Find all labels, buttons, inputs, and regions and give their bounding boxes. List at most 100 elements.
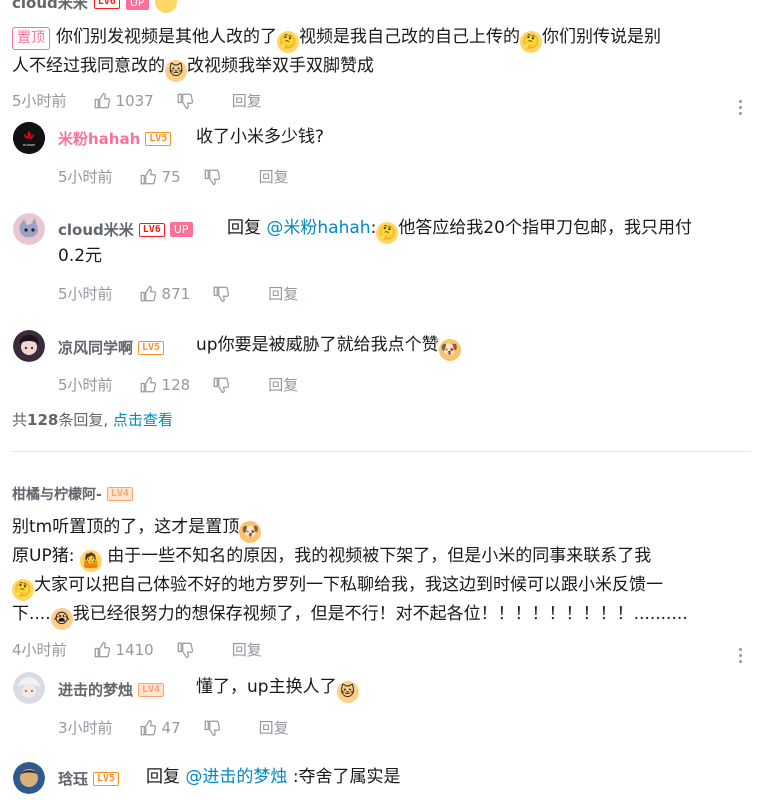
dislike-button[interactable] [203, 719, 221, 737]
up-badge: UP [125, 0, 149, 10]
avatar[interactable]: HUAWEI [13, 122, 45, 154]
reply-text: 收了小米多少钱? [196, 127, 325, 147]
comment-line4: 下.... 😭 我已经很努力的想保存视频了，但是不行！对不起各位！！！！！！！！！.… [12, 600, 688, 630]
view-all-replies-link[interactable]: 点击查看 [113, 411, 173, 429]
comment-text: 你们别传说是别 [542, 27, 661, 47]
comment-line2: 原UP猪: 🤷 由于一些不知名的原因，我的视频被下架了，但是小米的同事来联系了我 [12, 542, 651, 572]
thumbs-down-icon [177, 642, 193, 658]
reply-button[interactable]: 回复 [268, 283, 298, 304]
thumbs-down-icon [204, 169, 220, 185]
reply-prefix: 回复 [227, 218, 261, 238]
avatar[interactable] [13, 330, 45, 362]
like-button[interactable]: 75 [139, 168, 181, 186]
like-button[interactable]: 871 [139, 285, 190, 303]
cat-emoji-icon: 🐱 [336, 681, 359, 703]
mention-link[interactable]: @米粉hahah [266, 218, 370, 238]
commenter-name[interactable]: 进击的梦烛 [58, 679, 133, 700]
level-badge: LV6 [93, 0, 120, 9]
doge-emoji-icon: 🐶 [239, 521, 262, 543]
dislike-button[interactable] [176, 641, 194, 659]
comment-divider [12, 451, 751, 452]
thumbs-down-icon [213, 286, 230, 302]
dislike-button[interactable] [212, 376, 230, 394]
commenter-name[interactable]: 柑橘与柠檬阿- [12, 484, 102, 504]
reply-text-line: 回复 @进击的梦烛 :夺舍了属实是 [146, 763, 401, 792]
dislike-button[interactable] [203, 168, 221, 186]
thumbs-down-icon [177, 93, 193, 109]
thumbs-up-icon [140, 285, 156, 301]
commenter-name[interactable]: cloud米米 [12, 0, 88, 13]
thumbs-up-icon [140, 719, 156, 735]
reply-text-line: up你要是被威胁了就给我点个赞 🐶 [196, 331, 461, 361]
reply-text-line: 懂了，up主换人了 🐱 [196, 673, 359, 703]
summary-prefix: 共 [12, 411, 28, 429]
dislike-button[interactable] [212, 285, 230, 303]
thumbs-up-icon [140, 376, 156, 392]
avatar[interactable] [13, 762, 45, 794]
reply-header: 进击的梦烛 LV4 [58, 679, 165, 700]
comment-text: 原UP猪: [12, 546, 75, 566]
comment-line1: 别tm听置顶的了，这才是置顶 🐶 [12, 513, 262, 543]
thumbs-up-icon [94, 92, 110, 108]
comment-text: 你们别发视频是其他人改的了 [56, 27, 277, 47]
reply-button[interactable]: 回复 [268, 374, 298, 395]
avatar[interactable] [13, 213, 45, 245]
level-badge: LV6 [138, 222, 165, 237]
doge-emoji-icon: 🐶 [438, 339, 461, 361]
thumbs-up-icon [94, 641, 110, 657]
pinned-comment-line2: 人不经过我同意改的 🐱 改视频我举双手双脚赞成 [12, 52, 374, 82]
comment-text: 下.... [12, 604, 51, 624]
avatar[interactable] [13, 672, 45, 704]
reply-button[interactable]: 回复 [232, 90, 262, 111]
mention-link[interactable]: @进击的梦烛 [185, 767, 287, 787]
level-badge: LV5 [93, 771, 120, 786]
shrug-emoji-icon: 🤷 [79, 550, 102, 572]
pinned-badge: 置顶 [12, 27, 50, 50]
reply-text: 他答应给我20个指甲刀包邮，我只用付 [398, 218, 692, 238]
thinking-emoji-icon: 🤔 [277, 31, 299, 53]
comment-text: 视频是我自己改的自己上传的 [299, 27, 520, 47]
reply-button[interactable]: 回复 [259, 166, 289, 187]
commenter-name[interactable]: cloud米米 [58, 219, 134, 240]
comment-text: 我已经很努力的想保存视频了，但是不行！对不起各位！！！！！！！！！.......… [72, 604, 688, 624]
comment-meta: 4小时前 1410 回复 [12, 639, 262, 660]
commenter-name[interactable]: 米粉hahah [58, 128, 140, 149]
commenter-name[interactable]: 凉风同学啊 [58, 337, 133, 358]
reply-header: cloud米米 LV6 UP [58, 219, 193, 240]
svg-text:HUAWEI: HUAWEI [23, 143, 35, 147]
top-partial-header: cloud米米 LV6 UP [12, 0, 177, 13]
summary-suffix: 条回复, [58, 411, 109, 429]
reply-count: 128 [27, 411, 59, 429]
timestamp: 5小时前 [58, 376, 113, 394]
like-button[interactable]: 47 [139, 719, 181, 737]
comment-text: 人不经过我同意改的 [12, 56, 165, 76]
like-count: 128 [161, 375, 191, 394]
crying-emoji-icon: 😭 [50, 608, 73, 630]
reply-text: 懂了，up主换人了 [196, 677, 337, 697]
commenter-name[interactable]: 琀珏 [58, 768, 88, 789]
more-options-icon[interactable] [737, 100, 743, 115]
dislike-button[interactable] [176, 92, 194, 110]
thinking-emoji-icon: 🤔 [12, 579, 34, 601]
up-badge: UP [169, 222, 193, 237]
like-count: 75 [161, 167, 181, 186]
like-count: 47 [161, 718, 181, 737]
thumbs-up-icon [140, 168, 156, 184]
thumbs-down-icon [213, 377, 230, 393]
emoji-icon [154, 0, 177, 13]
like-button[interactable]: 1037 [93, 92, 154, 110]
reply-button[interactable]: 回复 [232, 639, 262, 660]
reply-summary: 共128条回复, 点击查看 [12, 409, 173, 430]
reply-text-line1: 回复 @米粉hahah: 🤔 他答应给我20个指甲刀包邮，我只用付 [227, 214, 692, 244]
more-options-icon[interactable] [737, 648, 743, 663]
like-count: 1037 [115, 91, 154, 110]
reply-button[interactable]: 回复 [259, 717, 289, 738]
reply-prefix: 回复 [146, 767, 180, 787]
comment-line3: 🤔 大家可以把自己体验不好的地方罗列一下私聊给我，我这边到时候可以跟小米反馈一 [12, 571, 663, 601]
reply-meta: 3小时前 47 回复 [58, 717, 289, 738]
like-button[interactable]: 1410 [93, 641, 154, 659]
like-button[interactable]: 128 [139, 375, 191, 394]
reply-meta: 5小时前 871 回复 [58, 283, 298, 304]
reply-header: 凉风同学啊 LV5 [58, 337, 165, 358]
reply-text: up你要是被威胁了就给我点个赞 [196, 335, 439, 355]
